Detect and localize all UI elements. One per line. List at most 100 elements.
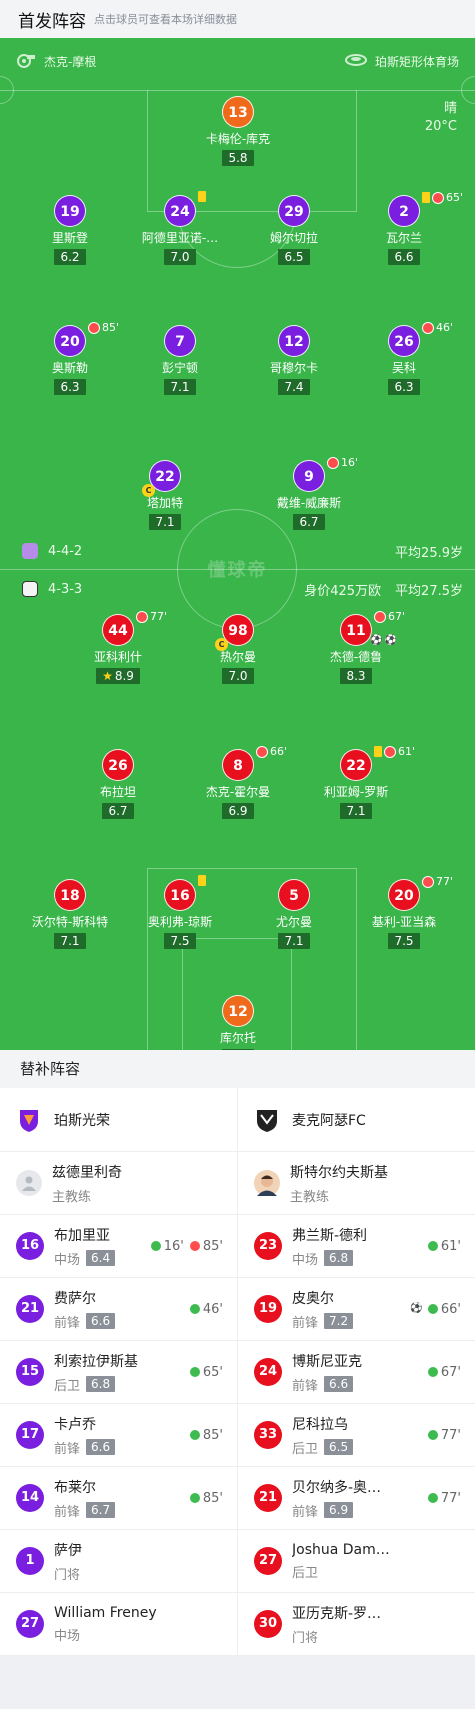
player-marker[interactable]: 24 阿德里亚诺-… 7.0 [120, 191, 240, 265]
player-marker[interactable]: 11 67' ⚽ ⚽ 杰德-德鲁 8.3 [296, 610, 416, 684]
player-marker[interactable]: 7 彭宁顿 7.1 [120, 325, 240, 395]
sub-events: ⚽ 66' [410, 1302, 461, 1317]
coach-avatar [254, 1170, 280, 1196]
sub-player-card[interactable]: 14 布莱尔 前锋 6.7 85' [0, 1467, 237, 1529]
away-formation-row: 4-3-3 身价425万欧 平均27.5岁 [22, 579, 463, 599]
sub-player-card[interactable]: 19 皮奥尔 前锋 7.2 ⚽ 66' [237, 1278, 475, 1340]
football-icon: ⚽ [370, 635, 383, 646]
yellow-card-icon [422, 192, 430, 203]
sub-number-circle: 27 [16, 1610, 44, 1638]
player-rating: 7.1 [149, 514, 181, 530]
sub-off-icon [188, 1240, 201, 1252]
player-number-circle: 8 [222, 749, 254, 781]
player-rating-value: 7.1 [346, 804, 366, 818]
yellow-card-icon [198, 875, 206, 886]
player-marker[interactable]: 20 77' 基利-亚当森 7.5 [344, 875, 464, 949]
player-number: 5 [289, 888, 299, 904]
home-coach-card[interactable]: 兹德里利奇 主教练 [0, 1152, 237, 1214]
sub-player-card[interactable]: 21 贝尔纳多-奥… 前锋 6.9 77' [237, 1467, 475, 1529]
sub-off-minute: 67' [388, 610, 406, 623]
weather-temperature: 20°C [424, 119, 457, 134]
sub-player-card[interactable]: 21 费萨尔 前锋 6.6 46' [0, 1278, 237, 1340]
player-rating-value: 6.6 [394, 250, 414, 264]
sub-player-card[interactable]: 17 卡卢乔 前锋 6.6 85' [0, 1404, 237, 1466]
player-rating-value: 6.3 [394, 380, 414, 394]
player-marker[interactable]: 98 C 热尔曼 7.0 [178, 614, 298, 684]
player-number: 9 [304, 469, 314, 485]
away-formation: 4-3-3 [48, 581, 83, 597]
player-number: 44 [108, 623, 128, 639]
player-marker[interactable]: 8 66' 杰克-霍尔曼 6.9 [178, 745, 298, 819]
player-marker[interactable]: 26 布拉坦 6.7 [58, 749, 178, 819]
player-rating-value: 8.3 [346, 669, 366, 683]
sub-player-card[interactable]: 27 William Freney 中场 [0, 1593, 237, 1655]
sub-row: 15 利索拉伊斯基 后卫 6.8 65' 24 博斯尼亚克 前锋 6.6 67' [0, 1341, 475, 1404]
player-marker[interactable]: 26 46' 吴科 6.3 [344, 321, 464, 395]
sub-number-circle: 33 [254, 1421, 282, 1449]
sub-on-icon [188, 1429, 201, 1441]
sub-events: 16' 85' [149, 1238, 223, 1254]
player-marker[interactable]: 44 77' 亚科利什 ★ 8.9 [58, 610, 178, 684]
goal-icons: ⚽ ⚽ [370, 636, 397, 646]
sub-player-card[interactable]: 1 萨伊 门将 [0, 1530, 237, 1592]
player-marker[interactable]: 13 卡梅伦-库克 5.8 [178, 96, 298, 166]
lineup-title: 首发阵容 [18, 11, 86, 32]
player-marker[interactable]: 12 哥穆尔卡 7.4 [234, 325, 354, 395]
player-number-circle: 11 [340, 614, 372, 646]
sub-on-minute: 16' [163, 1238, 184, 1254]
sub-events: 85' [188, 1428, 223, 1443]
sub-info: 博斯尼亚克 前锋 6.6 [292, 1351, 427, 1394]
sub-on-minute: 67' [440, 1364, 461, 1380]
player-marker[interactable]: 20 85' 奥斯勒 6.3 [10, 321, 130, 395]
player-number: 98 [228, 623, 248, 639]
player-number-circle: 19 [54, 195, 86, 227]
sub-off-icon [327, 456, 339, 469]
sub-player-card[interactable]: 30 亚历克斯-罗… 门将 [237, 1593, 475, 1655]
player-number: 20 [60, 334, 80, 350]
sub-player-card[interactable]: 33 尼科拉乌 后卫 6.5 77' [237, 1404, 475, 1466]
player-marker[interactable]: 29 姆尔切拉 6.5 [234, 195, 354, 265]
sub-on-icon [426, 1492, 439, 1504]
player-name: 库尔托 [219, 1031, 256, 1045]
player-number: 11 [346, 623, 366, 639]
player-rating: 7.0 [222, 668, 254, 684]
sub-number-circle: 21 [16, 1295, 44, 1323]
player-marker[interactable]: 19 里斯登 6.2 [10, 195, 130, 265]
player-rating-value: 6.5 [284, 250, 304, 264]
player-marker[interactable]: 22 C 塔加特 7.1 [105, 460, 225, 530]
player-marker[interactable]: 9 16' 戴维-威廉斯 6.7 [249, 456, 369, 530]
player-rating-value: 7.5 [394, 934, 414, 948]
sub-player-card[interactable]: 16 布加里亚 中场 6.4 16' 85' [0, 1215, 237, 1277]
captain-icon: C [215, 638, 228, 651]
home-team-header[interactable]: 珀斯光荣 [0, 1088, 237, 1151]
player-events: 16' [327, 456, 358, 469]
player-number-circle: 5 [278, 879, 310, 911]
player-marker[interactable]: 22 61' 利亚姆-罗斯 7.1 [296, 745, 416, 819]
player-events [198, 191, 206, 202]
yellow-card-icon [374, 746, 382, 757]
sub-rating: 6.7 [86, 1502, 116, 1518]
player-marker[interactable]: 2 65' 瓦尔兰 6.6 [344, 191, 464, 265]
away-coach-card[interactable]: 斯特尔约夫斯基 主教练 [237, 1152, 475, 1214]
player-number-circle: 26 [388, 325, 420, 357]
sub-player-card[interactable]: 24 博斯尼亚克 前锋 6.6 67' [237, 1341, 475, 1403]
player-number: 19 [60, 204, 80, 220]
sub-player-card[interactable]: 15 利索拉伊斯基 后卫 6.8 65' [0, 1341, 237, 1403]
sub-info: 布莱尔 前锋 6.7 [54, 1477, 189, 1520]
player-marker[interactable]: 16 奥利弗-琼斯 7.5 [120, 875, 240, 949]
sub-position: 后卫 [54, 1378, 81, 1394]
sub-rating: 6.6 [324, 1376, 354, 1392]
player-marker[interactable]: 12库尔托7.2 [178, 995, 298, 1050]
venue-name: 珀斯矩形体育场 [374, 54, 459, 69]
sub-meta: 前锋 7.2 [292, 1312, 410, 1331]
sub-off-icon [432, 191, 444, 204]
sub-row: 21 费萨尔 前锋 6.6 46' 19 皮奥尔 前锋 7.2 ⚽ 66' [0, 1278, 475, 1341]
player-number: 12 [284, 334, 304, 350]
sub-player-card[interactable]: 27 Joshua Dam… 后卫 [237, 1530, 475, 1592]
player-marker[interactable]: 18 沃尔特-斯科特 7.1 [10, 879, 130, 949]
sub-player-card[interactable]: 23 弗兰斯-德利 中场 6.8 61' [237, 1215, 475, 1277]
away-team-header[interactable]: 麦克阿瑟FC [237, 1088, 475, 1151]
sub-events: 77' [426, 1491, 461, 1506]
player-marker[interactable]: 5 尤尔曼 7.1 [234, 879, 354, 949]
sub-rows: 16 布加里亚 中场 6.4 16' 85' 23 弗兰斯-德利 中场 6.8 61' 21 费萨尔 前锋… [0, 1215, 475, 1656]
